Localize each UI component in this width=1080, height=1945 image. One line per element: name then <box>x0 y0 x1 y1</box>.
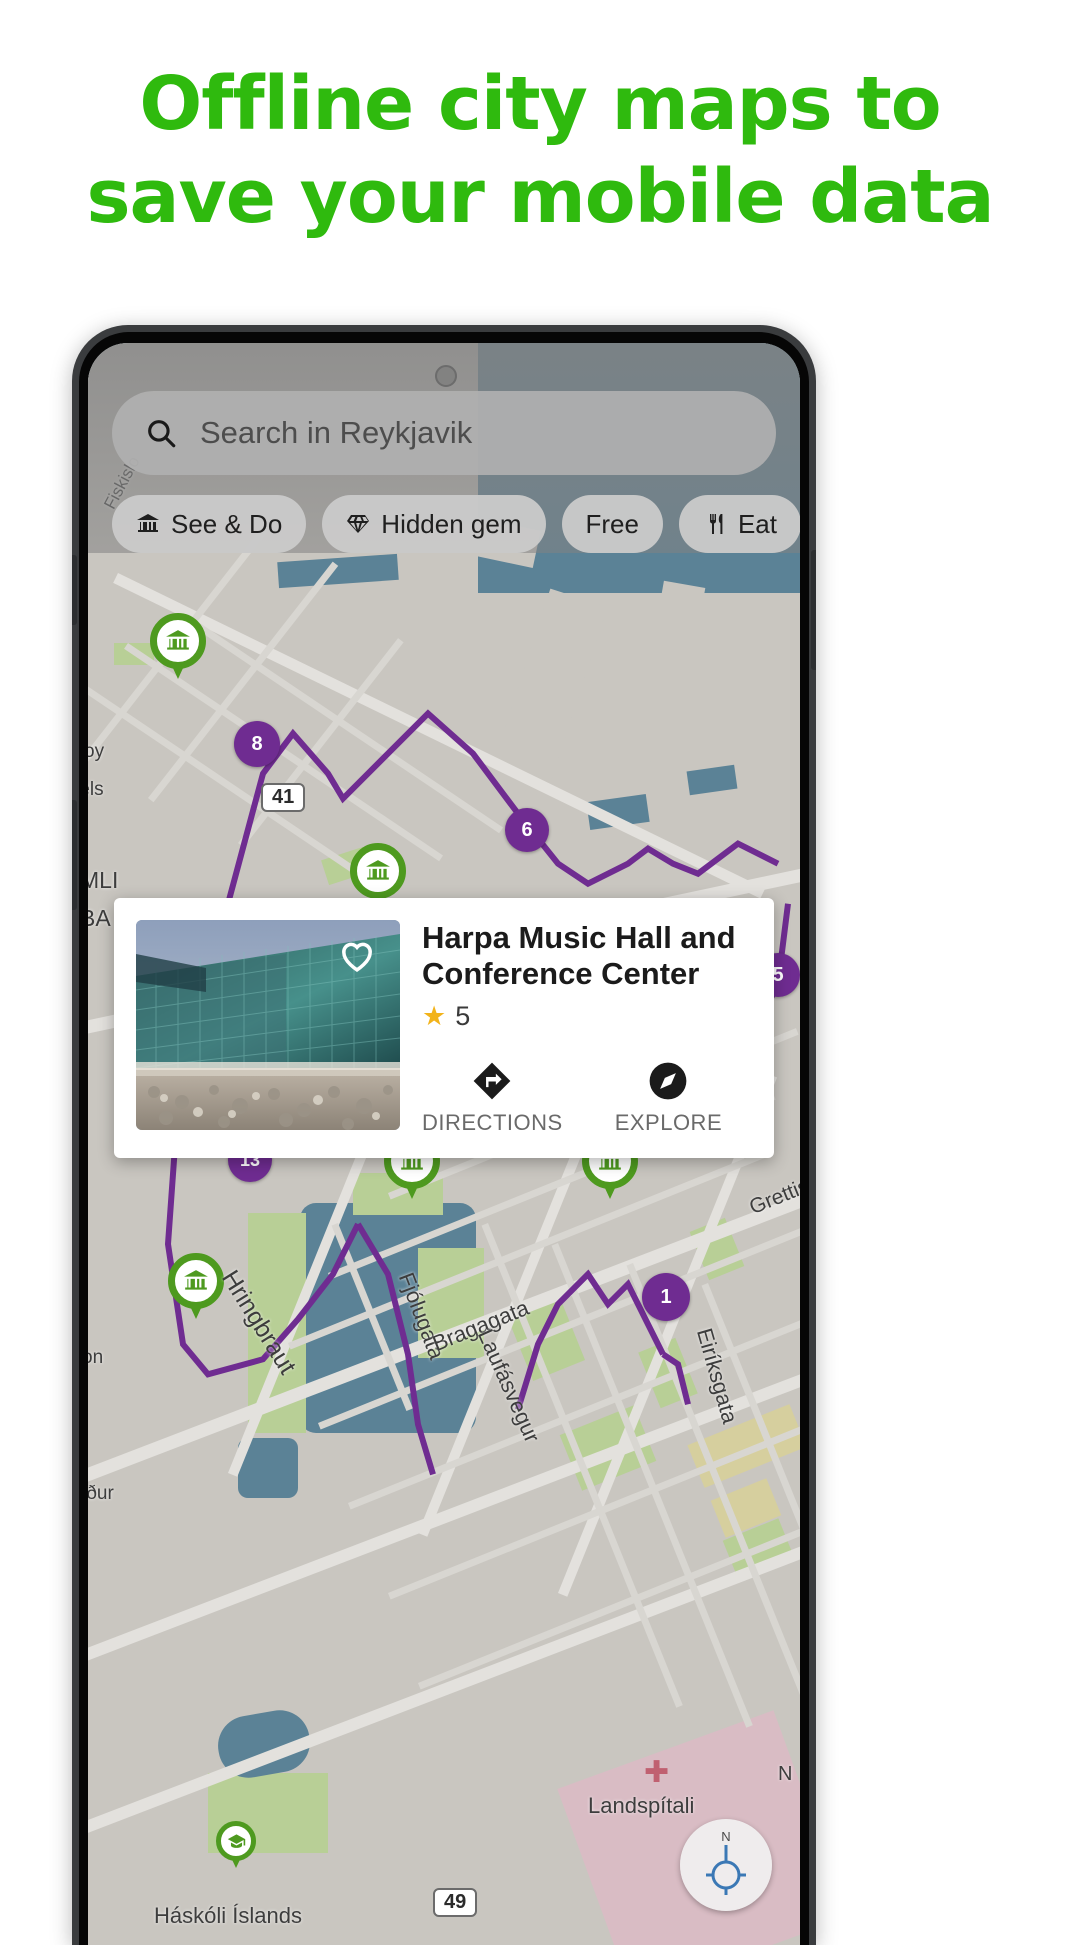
place-title: Harpa Music Hall and Conference Center <box>422 920 736 992</box>
graduation-cap-icon <box>216 1821 256 1861</box>
place-info: Harpa Music Hall and Conference Center ★… <box>400 920 774 1136</box>
route-marker[interactable]: 1 <box>642 1273 690 1321</box>
chip-hidden-gem[interactable]: Hidden gem <box>322 495 546 553</box>
svg-text:N: N <box>721 1829 730 1844</box>
assistant-button[interactable] <box>72 800 77 910</box>
place-actions[interactable]: DIRECTIONS EXPLORE <box>422 1060 758 1136</box>
museum-icon <box>136 512 160 536</box>
page-title: Offline city maps to save your mobile da… <box>0 58 1080 244</box>
map-label: Landspítali <box>588 1793 695 1818</box>
rating-value: 5 <box>455 1000 471 1031</box>
phone-mockup: 41 49 8 6 5 13 1 ✚ oy ls MLI A n Hringbr… <box>72 325 816 1945</box>
road-shield: 49 <box>433 1888 478 1917</box>
map-label: MLI <box>88 867 119 893</box>
chip-label: Eat <box>737 508 777 539</box>
search-input[interactable]: Search in Reykjavik <box>200 415 472 451</box>
search-bar[interactable]: Search in Reykjavik <box>112 391 776 475</box>
star-icon: ★ <box>422 1000 447 1031</box>
map-poi-pin[interactable] <box>150 613 206 683</box>
chip-label: Free <box>585 508 639 539</box>
power-button[interactable] <box>72 555 77 625</box>
map-label: oy <box>88 741 105 762</box>
route-marker[interactable]: 8 <box>234 721 280 767</box>
place-rating: ★ 5 <box>422 1001 758 1032</box>
road-shield: 41 <box>261 783 306 812</box>
directions-icon <box>471 1060 513 1102</box>
map-label: tels <box>88 779 104 800</box>
headline-line-2: save your mobile data <box>86 154 995 241</box>
chip-see-and-do[interactable]: See & Do <box>112 495 307 553</box>
museum-icon <box>350 843 406 899</box>
explore-button[interactable]: EXPLORE <box>615 1060 722 1136</box>
place-photo[interactable] <box>136 920 400 1130</box>
museum-icon <box>150 613 206 669</box>
front-camera-punch-hole <box>435 365 457 387</box>
compass-icon <box>647 1060 689 1102</box>
cutlery-icon <box>703 512 727 536</box>
hospital-icon: ✚ <box>644 1756 670 1789</box>
search-icon <box>144 416 178 450</box>
filter-chips-row[interactable]: See & Do Hidden gem Free Eat <box>112 495 800 553</box>
headline-line-1: Offline city maps to <box>139 61 941 147</box>
place-card[interactable]: Harpa Music Hall and Conference Center ★… <box>114 898 774 1158</box>
chip-label: Hidden gem <box>381 508 522 539</box>
map-label: N <box>778 1763 793 1785</box>
map-label: Háskóli Íslands <box>154 1903 302 1928</box>
chip-free[interactable]: Free <box>561 495 663 553</box>
phone-screen: 41 49 8 6 5 13 1 ✚ oy ls MLI A n Hringbr… <box>88 343 800 1945</box>
map-label: rður <box>88 1483 114 1504</box>
gem-icon <box>346 512 370 536</box>
chip-eat[interactable]: Eat <box>678 495 800 553</box>
map-poi-pin[interactable] <box>216 1821 256 1871</box>
map-label: BA <box>88 905 111 931</box>
chip-label: See & Do <box>171 508 283 539</box>
heart-icon[interactable] <box>336 934 378 976</box>
route-marker[interactable]: 6 <box>505 808 549 852</box>
map-poi-pin[interactable] <box>168 1253 224 1323</box>
map-label: on <box>88 1347 104 1368</box>
directions-label: DIRECTIONS <box>422 1109 563 1135</box>
directions-button[interactable]: DIRECTIONS <box>422 1060 563 1136</box>
compass-control[interactable]: N <box>680 1819 772 1911</box>
compass-rose-icon: N <box>706 1829 746 1895</box>
explore-label: EXPLORE <box>614 1109 723 1135</box>
volume-button[interactable] <box>811 550 816 670</box>
